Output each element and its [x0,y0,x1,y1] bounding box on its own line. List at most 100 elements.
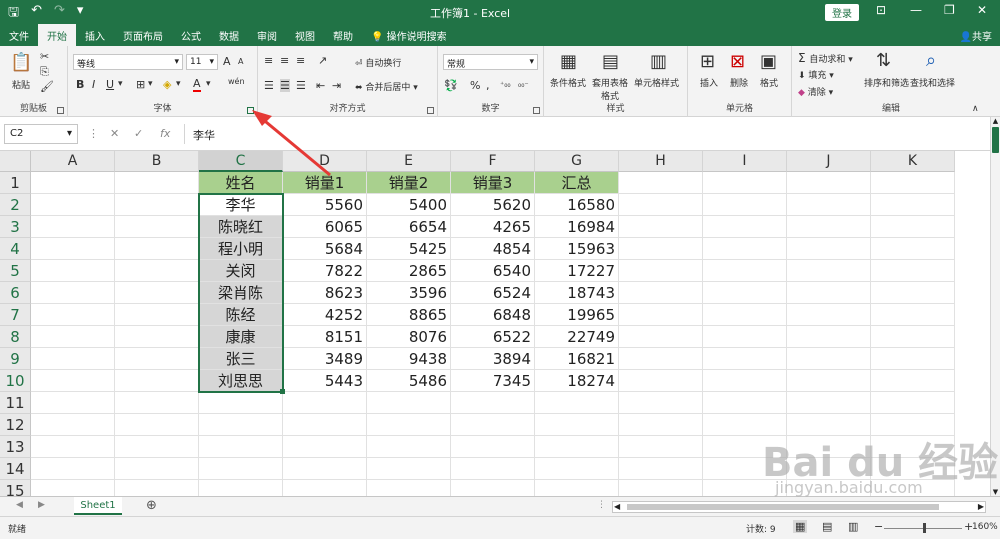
tab-view[interactable]: 视图 [286,24,324,46]
cell-e8[interactable]: 8076 [367,326,451,348]
cell-e3[interactable]: 6654 [367,216,451,238]
cell-j1[interactable] [787,172,871,194]
undo-icon[interactable]: ↶ [31,3,42,25]
scroll-down-icon[interactable]: ▼ [991,488,1000,496]
tab-formulas[interactable]: 公式 [172,24,210,46]
cell-c3[interactable]: 陈晓红 [199,216,283,238]
align-bottom-icon[interactable]: ≡ [296,54,305,67]
cell-g9[interactable]: 16821 [535,348,619,370]
italic-icon[interactable]: I [92,78,95,91]
cell-e12[interactable] [367,414,451,436]
column-header-k[interactable]: K [871,151,955,172]
insert-function-icon[interactable]: fx [160,127,170,140]
cell-g5[interactable]: 17227 [535,260,619,282]
align-top-icon[interactable]: ≡ [264,54,273,67]
cell-i6[interactable] [703,282,787,304]
cell-b2[interactable] [115,194,199,216]
cell-f14[interactable] [451,458,535,480]
share-button[interactable]: 👤共享 [960,28,992,43]
fill-button[interactable]: ⬇ 填充 ▾ [798,68,834,81]
wrap-text-button[interactable]: ⏎ 自动换行 [355,56,401,69]
cell-i3[interactable] [703,216,787,238]
restore-icon[interactable]: ❐ [944,3,955,17]
cell-j10[interactable] [787,370,871,392]
column-header-b[interactable]: B [115,151,199,172]
cell-g4[interactable]: 15963 [535,238,619,260]
cell-d5[interactable]: 7822 [283,260,367,282]
cell-f7[interactable]: 6848 [451,304,535,326]
next-sheet-icon[interactable]: ▶ [38,500,45,510]
cell-e9[interactable]: 9438 [367,348,451,370]
conditional-format-icon[interactable]: ▦ [560,51,577,72]
cell-i10[interactable] [703,370,787,392]
tab-data[interactable]: 数据 [210,24,248,46]
minimize-icon[interactable]: — [910,3,922,17]
column-header-e[interactable]: E [367,151,451,172]
cell-a9[interactable] [31,348,115,370]
row-header-3[interactable]: 3 [0,216,31,238]
copy-icon[interactable]: ⎘ [40,65,49,79]
cell-f1[interactable]: 销量3 [451,172,535,194]
close-icon[interactable]: ✕ [977,3,987,17]
cell-f15[interactable] [451,480,535,496]
cell-b14[interactable] [115,458,199,480]
cell-j11[interactable] [787,392,871,414]
cell-h12[interactable] [619,414,703,436]
cell-h6[interactable] [619,282,703,304]
select-all-corner[interactable] [0,151,31,172]
collapse-ribbon-icon[interactable]: ∧ [972,104,979,114]
cell-c13[interactable] [199,436,283,458]
column-header-c[interactable]: C [199,151,283,172]
cell-g14[interactable] [535,458,619,480]
cell-c11[interactable] [199,392,283,414]
horizontal-scrollbar[interactable]: ◀ ▶ [612,501,986,513]
cell-k3[interactable] [871,216,955,238]
cell-e6[interactable]: 3596 [367,282,451,304]
cell-g2[interactable]: 16580 [535,194,619,216]
cell-b3[interactable] [115,216,199,238]
tab-file[interactable]: 文件 [0,24,38,46]
cell-h1[interactable] [619,172,703,194]
conditional-format-button[interactable]: 条件格式 [550,76,586,89]
borders-icon[interactable]: ⊞ [136,78,145,91]
zoom-slider-thumb[interactable] [923,523,926,533]
number-launcher-icon[interactable] [533,107,540,114]
decrease-indent-icon[interactable]: ⇤ [316,79,325,92]
column-header-a[interactable]: A [31,151,115,172]
cell-e10[interactable]: 5486 [367,370,451,392]
cell-c2[interactable]: 李华 [199,194,283,216]
fill-color-dropdown-icon[interactable]: ▾ [176,79,181,89]
cell-a3[interactable] [31,216,115,238]
fill-handle[interactable] [280,389,285,394]
cell-b13[interactable] [115,436,199,458]
cell-h3[interactable] [619,216,703,238]
comma-style-icon[interactable]: , [486,79,490,92]
cell-k11[interactable] [871,392,955,414]
cell-h11[interactable] [619,392,703,414]
cell-b6[interactable] [115,282,199,304]
row-header-12[interactable]: 12 [0,414,31,436]
align-left-icon[interactable]: ☰ [264,79,274,92]
row-header-13[interactable]: 13 [0,436,31,458]
cell-j5[interactable] [787,260,871,282]
login-button[interactable]: 登录 [825,4,859,21]
cell-d15[interactable] [283,480,367,496]
cell-a1[interactable] [31,172,115,194]
increase-decimal-icon[interactable]: ⁺₀₀ [500,80,511,89]
clipboard-launcher-icon[interactable] [57,107,64,114]
font-color-dropdown-icon[interactable]: ▾ [206,79,211,89]
cell-e13[interactable] [367,436,451,458]
cell-f12[interactable] [451,414,535,436]
format-cells-icon[interactable]: ▣ [760,51,777,72]
cell-c14[interactable] [199,458,283,480]
tab-insert[interactable]: 插入 [76,24,114,46]
cell-b4[interactable] [115,238,199,260]
cell-f4[interactable]: 4854 [451,238,535,260]
cell-h15[interactable] [619,480,703,496]
cell-k10[interactable] [871,370,955,392]
underline-icon[interactable]: U [106,78,114,91]
tab-review[interactable]: 审阅 [248,24,286,46]
cancel-entry-icon[interactable]: ✕ [110,127,119,140]
column-header-g[interactable]: G [535,151,619,172]
cell-d13[interactable] [283,436,367,458]
